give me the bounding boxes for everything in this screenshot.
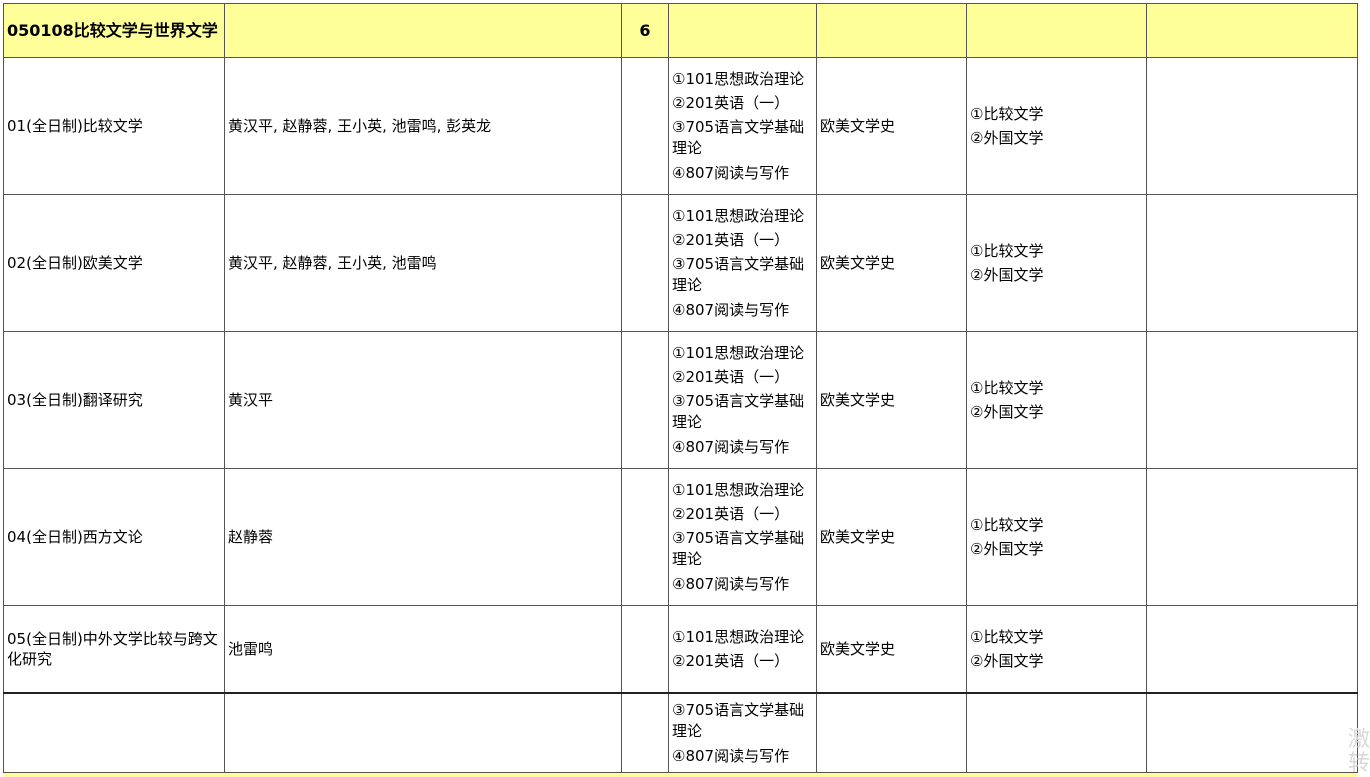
- retest-subject: ②外国文学: [970, 266, 1044, 284]
- exam-subject: ①101思想政治理论: [672, 481, 805, 499]
- exam-subject: ③705语言文学基础理论: [672, 118, 805, 157]
- notes-cell: [1146, 194, 1358, 332]
- continuation-row: ③705语言文学基础理论 ④807阅读与写作: [3, 692, 1358, 773]
- notes-cell: [1146, 468, 1358, 606]
- watermark-char: 转: [1348, 751, 1370, 776]
- admissions-table: 050108比较文学与世界文学 6 01(全日制)比较文学 黄汉平, 赵静蓉, …: [3, 3, 1358, 773]
- count-cell: [621, 331, 669, 469]
- exam-subject: ①101思想政治理论: [672, 207, 805, 225]
- exam-subject: ②201英语（一）: [672, 368, 790, 386]
- count-cell: [621, 468, 669, 606]
- retest-subjects-cell: ①比较文学 ②外国文学: [966, 57, 1147, 195]
- advisors-cell: 赵静蓉: [224, 468, 622, 606]
- exam-subject: ①101思想政治理论: [672, 70, 805, 88]
- exam-subjects-cell: ①101思想政治理论 ②201英语（一）: [668, 605, 817, 694]
- retest-subject: ②外国文学: [970, 540, 1044, 558]
- notes-cell: [1146, 57, 1358, 195]
- retest-subject: ②外国文学: [970, 403, 1044, 421]
- exam-subject: ②201英语（一）: [672, 94, 790, 112]
- exam-subjects-cell: ①101思想政治理论 ②201英语（一） ③705语言文学基础理论 ④807阅读…: [668, 468, 817, 606]
- retest-subject: ①比较文学: [970, 379, 1044, 397]
- exam-subject: ③705语言文学基础理论: [672, 255, 805, 294]
- retest-subject: ①比较文学: [970, 105, 1044, 123]
- advisors-cell: 黄汉平, 赵静蓉, 王小英, 池雷鸣, 彭英龙: [224, 57, 622, 195]
- retest-subjects-cell: ①比较文学 ②外国文学: [966, 468, 1147, 606]
- addon-exam-cell: 欧美文学史: [816, 57, 967, 195]
- major-code-cell: 050108比较文学与世界文学: [3, 3, 225, 58]
- exam-subject: ①101思想政治理论: [672, 628, 805, 646]
- retest-subject: ②外国文学: [970, 652, 1044, 670]
- exam-subject: ②201英语（一）: [672, 652, 790, 670]
- notes-cell: [1146, 692, 1358, 773]
- exam-subject: ④807阅读与写作: [672, 301, 790, 319]
- header-empty-cell: [966, 3, 1147, 58]
- exam-subjects-cell: ①101思想政治理论 ②201英语（一） ③705语言文学基础理论 ④807阅读…: [668, 331, 817, 469]
- direction-cell: 02(全日制)欧美文学: [3, 194, 225, 332]
- direction-cell: 05(全日制)中外文学比较与跨文化研究: [3, 605, 225, 694]
- notes-cell: [1146, 605, 1358, 694]
- exam-subject: ④807阅读与写作: [672, 747, 790, 765]
- direction-cell: 03(全日制)翻译研究: [3, 331, 225, 469]
- direction-row: 02(全日制)欧美文学 黄汉平, 赵静蓉, 王小英, 池雷鸣 ①101思想政治理…: [3, 194, 1358, 332]
- count-cell: [621, 57, 669, 195]
- exam-subject: ③705语言文学基础理论: [672, 392, 805, 431]
- retest-subject: ②外国文学: [970, 129, 1044, 147]
- direction-row: 03(全日制)翻译研究 黄汉平 ①101思想政治理论 ②201英语（一） ③70…: [3, 331, 1358, 469]
- exam-subject: ④807阅读与写作: [672, 438, 790, 456]
- exam-subject: ④807阅读与写作: [672, 575, 790, 593]
- advisors-cell: 黄汉平, 赵静蓉, 王小英, 池雷鸣: [224, 194, 622, 332]
- direction-cell: 04(全日制)西方文论: [3, 468, 225, 606]
- watermark-char: 激: [1348, 728, 1370, 752]
- exam-subject: ④807阅读与写作: [672, 164, 790, 182]
- addon-exam-cell: [816, 692, 967, 773]
- notes-cell: [1146, 331, 1358, 469]
- advisors-cell: [224, 692, 622, 773]
- addon-exam-cell: 欧美文学史: [816, 605, 967, 694]
- direction-row: 01(全日制)比较文学 黄汉平, 赵静蓉, 王小英, 池雷鸣, 彭英龙 ①101…: [3, 57, 1358, 195]
- addon-exam-cell: 欧美文学史: [816, 331, 967, 469]
- exam-subjects-cell: ①101思想政治理论 ②201英语（一） ③705语言文学基础理论 ④807阅读…: [668, 194, 817, 332]
- enrollment-count-cell: 6: [621, 3, 669, 58]
- retest-subject: ①比较文学: [970, 242, 1044, 260]
- retest-subjects-cell: ①比较文学 ②外国文学: [966, 194, 1147, 332]
- retest-subjects-cell: [966, 692, 1147, 773]
- advisors-cell: 黄汉平: [224, 331, 622, 469]
- next-header-strip: [3, 773, 1357, 777]
- direction-cell: [3, 692, 225, 773]
- exam-subject: ②201英语（一）: [672, 231, 790, 249]
- retest-subjects-cell: ①比较文学 ②外国文学: [966, 331, 1147, 469]
- exam-subjects-cell: ①101思想政治理论 ②201英语（一） ③705语言文学基础理论 ④807阅读…: [668, 57, 817, 195]
- major-header-row: 050108比较文学与世界文学 6: [3, 3, 1358, 58]
- exam-subject: ①101思想政治理论: [672, 344, 805, 362]
- header-empty-cell: [668, 3, 817, 58]
- count-cell: [621, 194, 669, 332]
- direction-row: 05(全日制)中外文学比较与跨文化研究 池雷鸣 ①101思想政治理论 ②201英…: [3, 605, 1358, 694]
- header-empty-cell: [816, 3, 967, 58]
- exam-subject: ②201英语（一）: [672, 505, 790, 523]
- exam-subject: ③705语言文学基础理论: [672, 701, 805, 740]
- retest-subject: ①比较文学: [970, 516, 1044, 534]
- exam-subject: ③705语言文学基础理论: [672, 529, 805, 568]
- direction-row: 04(全日制)西方文论 赵静蓉 ①101思想政治理论 ②201英语（一） ③70…: [3, 468, 1358, 606]
- exam-subjects-cell: ③705语言文学基础理论 ④807阅读与写作: [668, 692, 817, 773]
- addon-exam-cell: 欧美文学史: [816, 468, 967, 606]
- retest-subjects-cell: ①比较文学 ②外国文学: [966, 605, 1147, 694]
- header-empty-cell: [224, 3, 622, 58]
- addon-exam-cell: 欧美文学史: [816, 194, 967, 332]
- advisors-cell: 池雷鸣: [224, 605, 622, 694]
- watermark: 激 转: [1348, 728, 1370, 776]
- count-cell: [621, 692, 669, 773]
- retest-subject: ①比较文学: [970, 628, 1044, 646]
- header-empty-cell: [1146, 3, 1358, 58]
- direction-cell: 01(全日制)比较文学: [3, 57, 225, 195]
- count-cell: [621, 605, 669, 694]
